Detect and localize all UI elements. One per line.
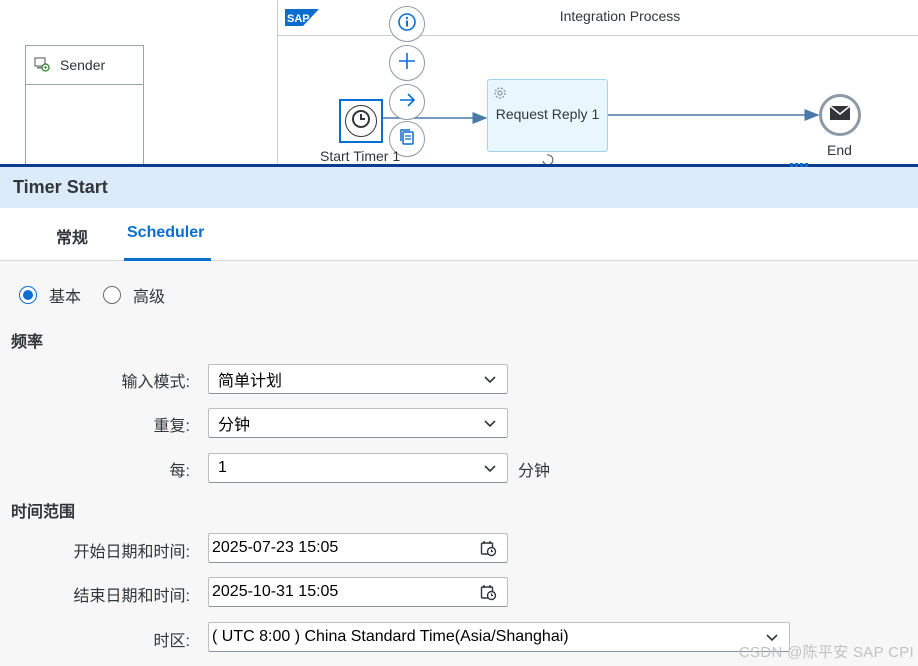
connect-button[interactable] (389, 84, 425, 120)
radio-advanced-label: 高级 (133, 289, 166, 306)
time-range-heading: 时间范围 (11, 504, 76, 521)
loop-marker-icon (542, 154, 554, 165)
info-button[interactable] (389, 6, 425, 42)
request-reply-label: Request Reply 1 (495, 106, 600, 122)
radio-basic-circle[interactable] (19, 286, 37, 304)
radio-advanced-circle[interactable] (103, 286, 121, 304)
repeat-label: 重复: (153, 418, 190, 435)
every-label: 每: (169, 463, 190, 480)
panel-title: Timer Start (13, 177, 108, 197)
chevron-down-icon (484, 465, 496, 473)
end-datetime-value: 2025-10-31 15:05 (212, 583, 339, 600)
repeat-value: 分钟 (218, 417, 251, 434)
active-tab-indicator (124, 258, 211, 261)
end-datetime-label: 结束日期和时间: (73, 588, 190, 605)
plus-icon (397, 51, 417, 76)
timer-event-circle (345, 105, 377, 137)
every-select[interactable]: 1 (208, 453, 508, 483)
radio-advanced[interactable]: 高级 (103, 283, 165, 307)
input-mode-value: 简单计划 (218, 373, 283, 390)
start-datetime-input[interactable]: 2025-07-23 15:05 (208, 533, 508, 563)
every-value: 1 (218, 459, 227, 476)
input-mode-select[interactable]: 简单计划 (208, 364, 508, 394)
radio-basic[interactable]: 基本 (19, 283, 81, 307)
tab-scheduler[interactable]: Scheduler (127, 224, 204, 242)
end-message-event[interactable] (819, 94, 861, 136)
input-mode-label: 输入模式: (121, 374, 190, 391)
timezone-label: 时区: (153, 633, 190, 650)
start-timer-event[interactable] (339, 99, 383, 143)
repeat-select[interactable]: 分钟 (208, 408, 508, 438)
timezone-value: ( UTC 8:00 ) China Standard Time(Asia/Sh… (212, 628, 569, 645)
frequency-heading: 频率 (11, 334, 44, 351)
info-icon (397, 12, 417, 37)
envelope-icon (829, 104, 851, 125)
properties-tabbar: 常规 Scheduler (0, 208, 918, 261)
add-button[interactable] (389, 45, 425, 81)
clock-icon (351, 109, 371, 134)
tab-general[interactable]: 常规 (56, 224, 88, 248)
end-datetime-input[interactable]: 2025-10-31 15:05 (208, 577, 508, 607)
arrow-right-icon (397, 90, 417, 115)
chevron-down-icon (484, 376, 496, 384)
start-timer-label: Start Timer 1 (320, 148, 401, 164)
start-datetime-label: 开始日期和时间: (73, 544, 190, 561)
calendar-clock-icon[interactable] (480, 584, 497, 601)
radio-basic-label: 基本 (49, 289, 82, 306)
radio-selected-dot (23, 290, 33, 300)
timezone-select[interactable]: ( UTC 8:00 ) China Standard Time(Asia/Sh… (208, 622, 790, 652)
process-diagram-canvas[interactable]: Sender SAP Integration Process Start Tim… (0, 0, 918, 166)
every-unit: 分钟 (518, 463, 551, 480)
end-label: End (827, 142, 852, 158)
sequence-flows (383, 109, 820, 124)
gear-icon (491, 84, 509, 107)
watermark-text: CSDN @陈平安 SAP CPI (738, 644, 914, 661)
start-datetime-value: 2025-07-23 15:05 (212, 539, 339, 556)
chevron-down-icon (484, 420, 496, 428)
calendar-clock-icon[interactable] (480, 540, 497, 557)
request-reply-task[interactable]: Request Reply 1 (487, 79, 608, 152)
properties-header: Timer Start (0, 167, 918, 208)
